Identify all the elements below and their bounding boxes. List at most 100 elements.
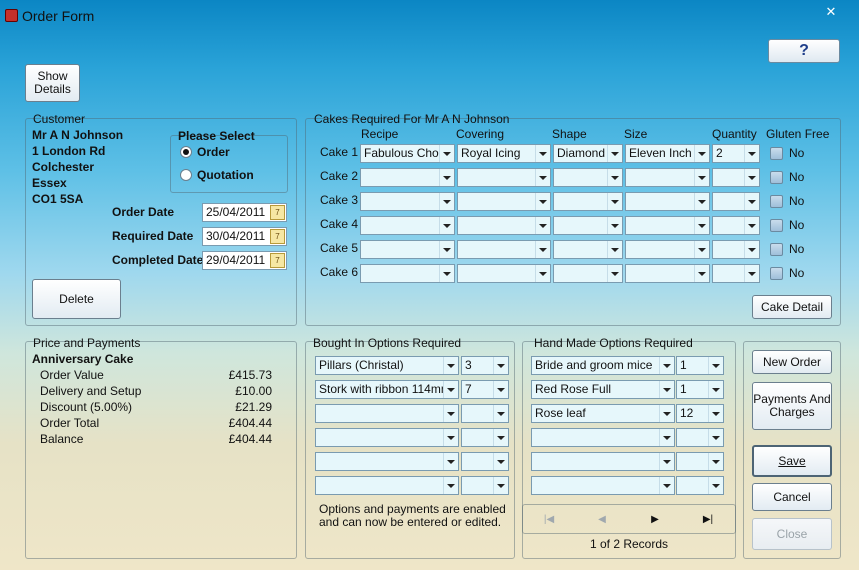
chevron-down-icon[interactable] <box>439 193 454 210</box>
next-record-button[interactable]: ▶ <box>645 514 665 525</box>
close-button[interactable]: Close <box>752 518 832 550</box>
chevron-down-icon[interactable] <box>535 169 550 186</box>
chevron-down-icon[interactable] <box>744 265 759 282</box>
hand-made-qty-select[interactable] <box>676 428 724 447</box>
quantity-select[interactable] <box>712 240 760 259</box>
size-select[interactable] <box>625 216 710 235</box>
chevron-down-icon[interactable] <box>493 381 508 398</box>
quotation-radio[interactable] <box>180 169 192 181</box>
recipe-select[interactable] <box>360 240 455 259</box>
bought-in-qty-select[interactable] <box>461 404 509 423</box>
hand-made-qty-select[interactable]: 1 <box>676 380 724 399</box>
chevron-down-icon[interactable] <box>493 477 508 494</box>
size-select[interactable] <box>625 168 710 187</box>
chevron-down-icon[interactable] <box>607 193 622 210</box>
chevron-down-icon[interactable] <box>694 265 709 282</box>
order-radio[interactable] <box>180 146 192 158</box>
chevron-down-icon[interactable] <box>439 145 454 162</box>
recipe-select[interactable] <box>360 264 455 283</box>
hand-made-item-select[interactable]: Rose leaf <box>531 404 675 423</box>
size-select[interactable] <box>625 240 710 259</box>
gluten-free-checkbox[interactable] <box>770 243 783 256</box>
cancel-button[interactable]: Cancel <box>752 483 832 511</box>
bought-in-qty-select[interactable]: 3 <box>461 356 509 375</box>
covering-select[interactable] <box>457 192 551 211</box>
chevron-down-icon[interactable] <box>694 217 709 234</box>
chevron-down-icon[interactable] <box>744 193 759 210</box>
bought-in-qty-select[interactable] <box>461 428 509 447</box>
chevron-down-icon[interactable] <box>493 405 508 422</box>
size-select[interactable]: Eleven Inch <box>625 144 710 163</box>
chevron-down-icon[interactable] <box>493 357 508 374</box>
chevron-down-icon[interactable] <box>744 217 759 234</box>
chevron-down-icon[interactable] <box>443 357 458 374</box>
chevron-down-icon[interactable] <box>439 265 454 282</box>
shape-select[interactable] <box>553 168 623 187</box>
chevron-down-icon[interactable] <box>744 145 759 162</box>
chevron-down-icon[interactable] <box>659 357 674 374</box>
quantity-select[interactable] <box>712 264 760 283</box>
chevron-down-icon[interactable] <box>443 429 458 446</box>
chevron-down-icon[interactable] <box>708 357 723 374</box>
chevron-down-icon[interactable] <box>708 453 723 470</box>
recipe-select[interactable] <box>360 216 455 235</box>
hand-made-item-select[interactable] <box>531 476 675 495</box>
shape-select[interactable] <box>553 240 623 259</box>
chevron-down-icon[interactable] <box>694 193 709 210</box>
first-record-button[interactable]: |◀ <box>539 514 559 525</box>
chevron-down-icon[interactable] <box>535 217 550 234</box>
chevron-down-icon[interactable] <box>535 145 550 162</box>
recipe-select[interactable] <box>360 168 455 187</box>
save-button[interactable]: Save <box>752 445 832 477</box>
quantity-select[interactable]: 2 <box>712 144 760 163</box>
shape-select[interactable]: Diamond <box>553 144 623 163</box>
chevron-down-icon[interactable] <box>694 169 709 186</box>
chevron-down-icon[interactable] <box>708 429 723 446</box>
required-date-field[interactable]: 30/04/2011 7 <box>202 227 287 246</box>
covering-select[interactable]: Royal Icing <box>457 144 551 163</box>
calendar-icon[interactable]: 7 <box>270 253 285 268</box>
gluten-free-checkbox[interactable] <box>770 147 783 160</box>
chevron-down-icon[interactable] <box>443 405 458 422</box>
gluten-free-checkbox[interactable] <box>770 219 783 232</box>
chevron-down-icon[interactable] <box>659 477 674 494</box>
chevron-down-icon[interactable] <box>694 145 709 162</box>
chevron-down-icon[interactable] <box>493 429 508 446</box>
chevron-down-icon[interactable] <box>439 169 454 186</box>
bought-in-item-select[interactable]: Stork with ribbon 114mm <box>315 380 459 399</box>
hand-made-item-select[interactable]: Bride and groom mice <box>531 356 675 375</box>
chevron-down-icon[interactable] <box>708 381 723 398</box>
covering-select[interactable] <box>457 216 551 235</box>
previous-record-button[interactable]: ◀ <box>592 514 612 525</box>
quantity-select[interactable] <box>712 216 760 235</box>
covering-select[interactable] <box>457 168 551 187</box>
chevron-down-icon[interactable] <box>744 169 759 186</box>
chevron-down-icon[interactable] <box>708 477 723 494</box>
payments-and-charges-button[interactable]: Payments And Charges <box>752 382 832 430</box>
gluten-free-checkbox[interactable] <box>770 267 783 280</box>
chevron-down-icon[interactable] <box>607 241 622 258</box>
help-button[interactable]: ? <box>768 39 840 63</box>
bought-in-item-select[interactable] <box>315 428 459 447</box>
shape-select[interactable] <box>553 216 623 235</box>
chevron-down-icon[interactable] <box>744 241 759 258</box>
order-date-field[interactable]: 25/04/2011 7 <box>202 203 287 222</box>
last-record-button[interactable]: ▶| <box>698 514 718 525</box>
chevron-down-icon[interactable] <box>439 241 454 258</box>
shape-select[interactable] <box>553 192 623 211</box>
chevron-down-icon[interactable] <box>607 145 622 162</box>
delete-button[interactable]: Delete <box>32 279 121 319</box>
calendar-icon[interactable]: 7 <box>270 229 285 244</box>
quantity-select[interactable] <box>712 168 760 187</box>
hand-made-item-select[interactable]: Red Rose Full <box>531 380 675 399</box>
completed-date-field[interactable]: 29/04/2011 7 <box>202 251 287 270</box>
chevron-down-icon[interactable] <box>443 381 458 398</box>
bought-in-item-select[interactable] <box>315 476 459 495</box>
bought-in-qty-select[interactable] <box>461 452 509 471</box>
close-window-button[interactable]: ✕ <box>818 5 844 20</box>
covering-select[interactable] <box>457 240 551 259</box>
size-select[interactable] <box>625 264 710 283</box>
bought-in-qty-select[interactable]: 7 <box>461 380 509 399</box>
hand-made-item-select[interactable] <box>531 452 675 471</box>
chevron-down-icon[interactable] <box>607 169 622 186</box>
